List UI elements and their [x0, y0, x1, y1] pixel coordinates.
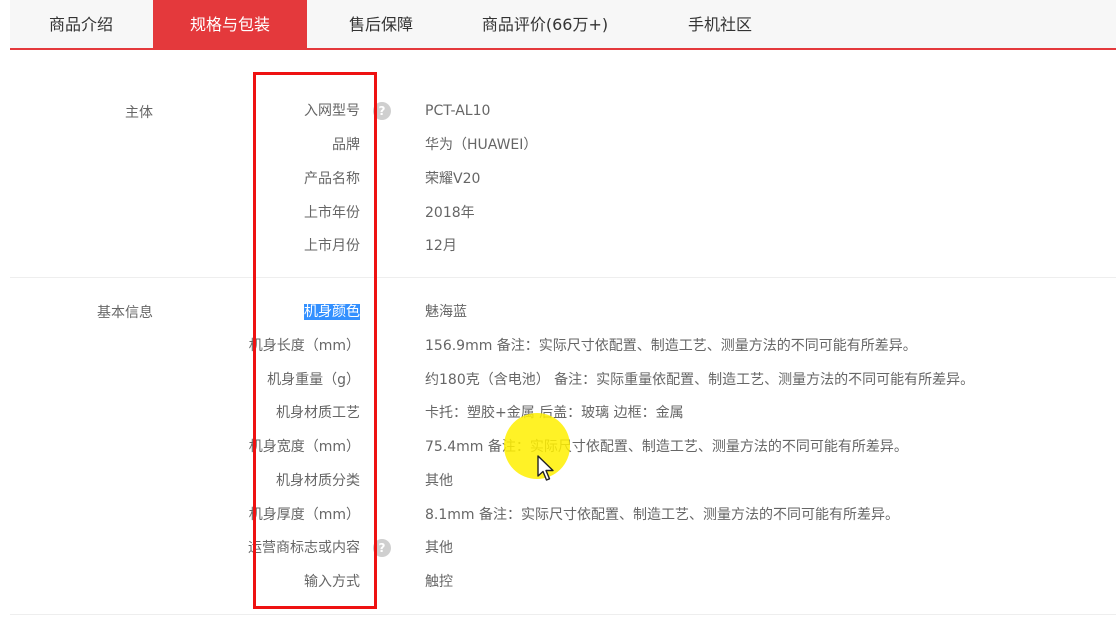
selected-text: 机身颜色: [304, 304, 360, 320]
product-detail-tabbar: 商品介绍 规格与包装 售后保障 商品评价(66万+) 手机社区: [10, 0, 1116, 50]
section-divider: [10, 277, 1116, 278]
section-title-basic-info: 基本信息: [97, 305, 153, 321]
spec-value-body-thickness: 8.1mm 备注：实际尺寸依配置、制造工艺、测量方法的不同可能有所差异。: [425, 507, 899, 523]
tab-phone-community[interactable]: 手机社区: [645, 0, 795, 50]
help-icon[interactable]: ?: [373, 539, 391, 557]
spec-value-release-month: 12月: [425, 238, 457, 254]
spec-value-body-weight: 约180克（含电池） 备注：实际重量依配置、制造工艺、测量方法的不同可能有所差异…: [425, 372, 975, 388]
section-divider: [10, 614, 1116, 615]
spec-value-brand: 华为（HUAWEI）: [425, 137, 538, 153]
spec-value-body-material: 卡托：塑胶+金属 后盖：玻璃 边框：金属: [425, 405, 684, 421]
tab-spec-packaging[interactable]: 规格与包装: [153, 0, 307, 50]
spec-label-body-weight: 机身重量（g）: [267, 372, 360, 388]
spec-label-product-name: 产品名称: [304, 171, 360, 187]
spec-value-body-width: 75.4mm 备注：实际尺寸依配置、制造工艺、测量方法的不同可能有所差异。: [425, 439, 908, 455]
tab-product-intro[interactable]: 商品介绍: [10, 0, 152, 50]
spec-label-text: 入网型号: [304, 103, 360, 119]
spec-value-model: PCT-AL10: [425, 103, 491, 119]
mouse-pointer-icon: [537, 455, 554, 481]
spec-label-body-material: 机身材质工艺: [276, 405, 360, 421]
spec-label-release-month: 上市月份: [304, 238, 360, 254]
tab-reviews[interactable]: 商品评价(66万+): [455, 0, 635, 50]
spec-value-body-length: 156.9mm 备注：实际尺寸依配置、制造工艺、测量方法的不同可能有所差异。: [425, 338, 917, 354]
spec-value-material-category: 其他: [425, 473, 453, 489]
spec-label-body-width: 机身宽度（mm）: [248, 439, 360, 455]
spec-label-body-thickness: 机身厚度（mm）: [248, 507, 360, 523]
spec-label-text: 运营商标志或内容: [248, 540, 360, 556]
spec-label-release-year: 上市年份: [304, 205, 360, 221]
spec-value-carrier-logo: 其他: [425, 540, 453, 556]
spec-label-input-method: 输入方式: [304, 574, 360, 590]
tab-after-sales[interactable]: 售后保障: [310, 0, 452, 50]
spec-value-input-method: 触控: [425, 574, 453, 590]
spec-label-carrier-logo: 运营商标志或内容: [248, 538, 360, 558]
spec-label-model: 入网型号: [304, 101, 360, 121]
product-spec-page: 商品介绍 规格与包装 售后保障 商品评价(66万+) 手机社区 主体 入网型号 …: [0, 0, 1116, 631]
spec-value-body-color: 魅海蓝: [425, 304, 467, 320]
spec-label-body-length: 机身长度（mm）: [248, 338, 360, 354]
spec-label-material-category: 机身材质分类: [276, 473, 360, 489]
section-title-main: 主体: [125, 105, 153, 121]
spec-label-brand: 品牌: [332, 137, 360, 153]
help-icon[interactable]: ?: [373, 102, 391, 120]
spec-value-product-name: 荣耀V20: [425, 171, 481, 187]
spec-label-body-color: 机身颜色: [304, 302, 360, 322]
spec-value-release-year: 2018年: [425, 205, 475, 221]
